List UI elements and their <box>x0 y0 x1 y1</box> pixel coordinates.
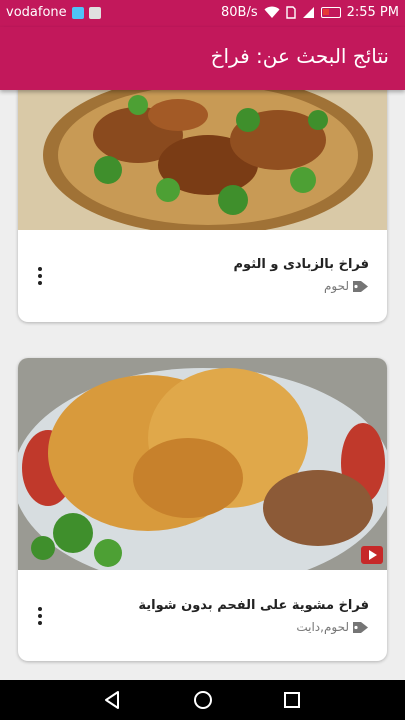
wifi-icon <box>264 6 280 18</box>
carrier-label: vodafone <box>6 5 67 20</box>
recent-apps-icon[interactable] <box>280 688 304 712</box>
status-bar: vodafone 80B/s 2:55 PM <box>0 0 405 27</box>
recipe-title[interactable]: فراخ مشوية على الفحم بدون شواية <box>138 598 369 613</box>
more-options-button[interactable] <box>32 604 48 628</box>
tag-icon <box>353 621 368 633</box>
clock: 2:55 PM <box>346 5 399 20</box>
page-title: نتائج البحث عن: فراخ <box>210 44 389 68</box>
signal-icon <box>302 7 314 18</box>
more-vert-dot <box>38 614 42 618</box>
play-icon <box>361 546 383 564</box>
more-vert-dot <box>38 281 42 285</box>
recipe-tags-label: لحوم <box>323 279 349 293</box>
sim-icon <box>285 6 296 19</box>
usb-icon <box>71 6 84 19</box>
more-vert-dot <box>38 274 42 278</box>
recipe-image[interactable] <box>18 358 387 570</box>
recipe-tags: لحوم,دايت <box>296 620 369 634</box>
back-icon[interactable] <box>100 688 124 712</box>
app-bar: نتائج البحث عن: فراخ <box>0 27 405 90</box>
recipe-card[interactable]: فراخ بالزبادى و الثوم لحوم <box>18 90 387 322</box>
more-options-button[interactable] <box>32 264 48 288</box>
status-left: vodafone <box>6 5 101 20</box>
recipe-title[interactable]: فراخ بالزبادى و الثوم <box>234 257 369 272</box>
image-notification-icon <box>88 6 101 19</box>
tag-icon <box>353 280 368 292</box>
recipe-tags-label: لحوم,دايت <box>296 620 349 634</box>
recipe-card[interactable]: فراخ مشوية على الفحم بدون شواية لحوم,داي… <box>18 358 387 661</box>
status-right: 80B/s 2:55 PM <box>221 5 399 20</box>
home-icon[interactable] <box>191 688 215 712</box>
navigation-bar <box>0 680 405 720</box>
network-speed: 80B/s <box>220 5 258 20</box>
more-vert-dot <box>38 621 42 625</box>
recipe-tags: لحوم <box>324 279 369 293</box>
battery-icon <box>320 7 341 18</box>
recipe-image[interactable] <box>18 90 387 230</box>
more-vert-icon <box>38 267 42 271</box>
more-vert-icon <box>38 607 42 611</box>
search-results-list[interactable]: فراخ بالزبادى و الثوم لحوم فراخ مشوية عل… <box>0 90 405 680</box>
